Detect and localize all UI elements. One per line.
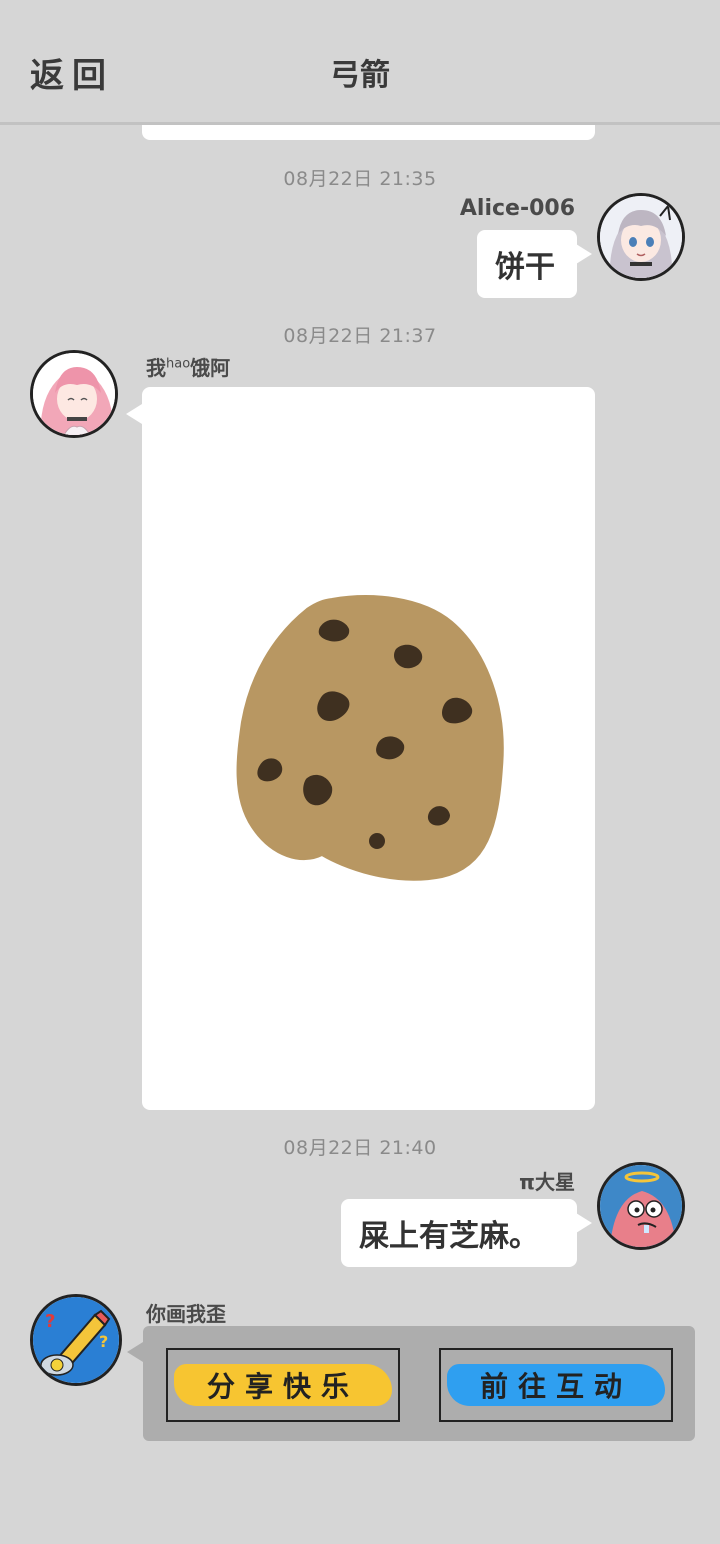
message-text: 饼干 <box>495 250 555 285</box>
sender-name: π大星 <box>519 1170 575 1194</box>
image-message[interactable] <box>142 387 595 1110</box>
go-interact-button[interactable]: 前往互动 <box>439 1348 673 1422</box>
sender-name: 你画我歪 <box>146 1302 226 1326</box>
message-timestamp: 08月22日 21:35 <box>283 168 437 190</box>
message-text: 屎上有芝麻。 <box>359 1219 539 1254</box>
message-timestamp: 08月22日 21:40 <box>283 1137 437 1159</box>
game-card: 分享快乐 前往互动 <box>143 1326 695 1441</box>
pencil-game-avatar-icon: ? ? <box>33 1297 119 1383</box>
svg-text:?: ? <box>99 1332 108 1351</box>
sender-name: Alice-006 <box>459 196 575 221</box>
bubble-tail <box>127 1342 143 1362</box>
avatar-user[interactable] <box>30 350 118 438</box>
sender-name: 我hao饿阿 <box>146 356 231 380</box>
message-bubble[interactable]: 饼干 <box>477 230 577 298</box>
cartoon-starfish-avatar-icon <box>600 1165 682 1247</box>
avatar-patrick[interactable] <box>597 1162 685 1250</box>
top-bar: 返回 弓箭 <box>0 0 720 125</box>
bubble-tail <box>576 244 592 264</box>
message-bubble[interactable]: 屎上有芝麻。 <box>341 1199 577 1267</box>
share-joy-button[interactable]: 分享快乐 <box>166 1348 400 1422</box>
message-timestamp: 08月22日 21:37 <box>283 325 437 347</box>
bubble-tail <box>126 404 142 424</box>
cookie-drawing <box>236 595 504 881</box>
bubble-tail <box>576 1213 592 1233</box>
avatar-alice[interactable] <box>597 193 685 281</box>
anime-girl-avatar-icon <box>33 353 115 435</box>
anime-girl-avatar-icon <box>600 196 682 278</box>
avatar-game[interactable]: ? ? <box>30 1294 122 1386</box>
svg-text:?: ? <box>45 1311 55 1332</box>
chat-title: 弓箭 <box>330 58 390 93</box>
